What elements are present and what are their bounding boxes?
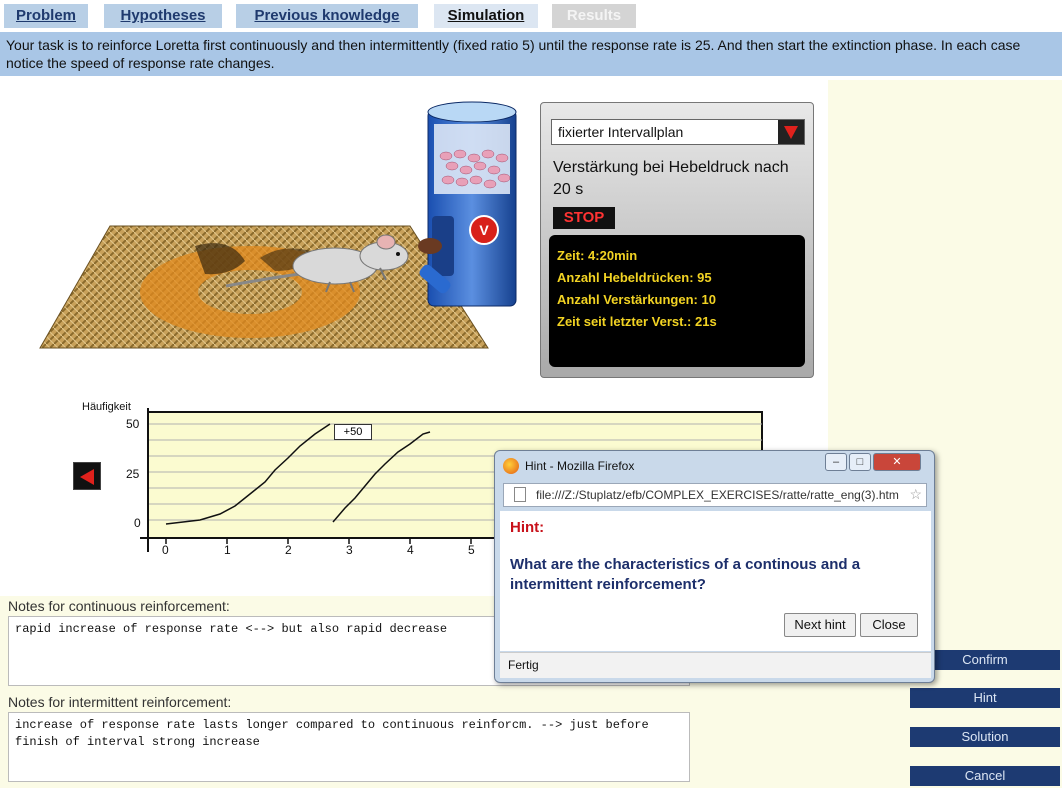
star-icon[interactable]: ☆	[909, 486, 922, 503]
url-text: file:///Z:/Stuplatz/efb/COMPLEX_EXERCISE…	[536, 488, 899, 502]
stop-button[interactable]: STOP	[553, 207, 615, 229]
close-button[interactable]: Close	[860, 613, 918, 637]
next-hint-button[interactable]: Next hint	[784, 613, 856, 637]
cancel-button[interactable]: Cancel	[910, 766, 1060, 786]
hint-text: What are the characteristics of a contin…	[510, 556, 861, 593]
tab-simulation[interactable]: Simulation	[434, 4, 538, 28]
continuous-notes-label: Notes for continuous reinforcement:	[8, 598, 230, 614]
firefox-icon	[503, 458, 519, 474]
hint-popup-window: Hint - Mozilla Firefox – □ ✕ file:///Z:/…	[494, 450, 935, 683]
solution-button[interactable]: Solution	[910, 727, 1060, 747]
tab-results: Results	[552, 4, 636, 28]
tab-hypotheses[interactable]: Hypotheses	[104, 4, 222, 28]
chart-ylabel: Häufigkeit	[82, 401, 131, 413]
info-time: Zeit: 4:20min	[557, 248, 638, 263]
dispenser-label: V	[479, 222, 489, 238]
status-bar: Fertig	[500, 652, 931, 678]
intermittent-notes-label: Notes for intermittent reinforcement:	[8, 694, 232, 710]
ytick-50: 50	[126, 417, 140, 431]
info-presses: Anzahl Hebeldrücken: 95	[557, 270, 712, 285]
schedule-description: Verstärkung bei Hebeldruck nach 20 s	[553, 159, 789, 198]
hint-button[interactable]: Hint	[910, 688, 1060, 708]
maximize-icon[interactable]: □	[849, 453, 871, 471]
skinner-box-illustration: V	[39, 101, 517, 349]
info-reinforcements: Anzahl Verstärkungen: 10	[557, 292, 716, 307]
tab-previous-knowledge[interactable]: Previous knowledge	[236, 4, 418, 28]
schedule-value: fixierter Intervallplan	[558, 124, 684, 140]
page-icon	[514, 487, 526, 502]
tab-problem[interactable]: Problem	[4, 4, 88, 28]
chevron-down-icon[interactable]	[778, 120, 804, 144]
back-arrow-icon[interactable]	[73, 462, 101, 490]
hint-heading: Hint:	[510, 519, 545, 536]
info-time-since: Zeit seit letzter Verst.: 21s	[557, 314, 717, 329]
close-icon[interactable]: ✕	[873, 453, 921, 471]
intermittent-notes-field[interactable]: increase of response rate lasts longer c…	[8, 712, 690, 782]
schedule-select[interactable]: fixierter Intervallplan	[551, 119, 805, 145]
tab-bar: Problem Hypotheses Previous knowledge Si…	[0, 0, 1062, 30]
ytick-25: 25	[126, 467, 140, 481]
minimize-icon[interactable]: –	[825, 453, 847, 471]
info-display: Zeit: 4:20min Anzahl Hebeldrücken: 95 An…	[549, 235, 805, 367]
task-description: Your task is to reinforce Loretta first …	[0, 32, 1062, 76]
chart-annotation: +50	[334, 424, 372, 440]
simulation-control-panel: fixierter Intervallplan Verstärkung bei …	[540, 102, 814, 378]
popup-title: Hint - Mozilla Firefox	[525, 459, 635, 473]
popup-body: Hint: What are the characteristics of a …	[500, 511, 931, 651]
url-bar[interactable]: file:///Z:/Stuplatz/efb/COMPLEX_EXERCISE…	[503, 483, 927, 507]
